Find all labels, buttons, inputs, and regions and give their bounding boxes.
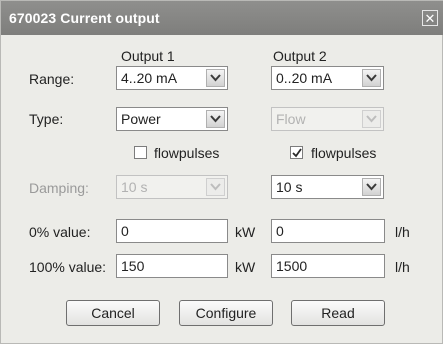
output1-header: Output 1: [121, 48, 175, 64]
output2-zero-value: 0: [276, 223, 284, 239]
dialog-window: 670023 Current output ✕ Output 1 Output …: [0, 0, 443, 344]
chevron-down-icon: [206, 110, 225, 128]
output1-range-value: 4..20 mA: [121, 70, 178, 86]
range-label: Range:: [29, 71, 75, 87]
output1-type-value: Power: [121, 111, 161, 127]
output1-damping-select: 10 s: [116, 175, 228, 199]
full-value-label: 100% value:: [29, 259, 107, 275]
output2-damping-value: 10 s: [276, 179, 303, 195]
chevron-down-icon: [362, 178, 381, 196]
type-label: Type:: [29, 111, 64, 127]
zero-value-label: 0% value:: [29, 224, 91, 240]
output2-full-value-field[interactable]: 1500: [271, 254, 385, 278]
output2-full-unit: l/h: [395, 259, 410, 275]
read-button[interactable]: Read: [291, 300, 385, 326]
close-button[interactable]: ✕: [422, 10, 438, 26]
cancel-button[interactable]: Cancel: [66, 300, 160, 326]
output2-header: Output 2: [273, 48, 327, 64]
output1-flowpulses-label: flowpulses: [154, 145, 220, 161]
output1-full-unit: kW: [235, 259, 256, 275]
output2-flowpulses-checkbox[interactable]: [290, 146, 303, 159]
output2-flowpulses-label: flowpulses: [311, 145, 377, 161]
damping-label: Damping:: [29, 180, 89, 196]
chevron-down-icon: [362, 110, 381, 128]
output1-type-select[interactable]: Power: [116, 107, 228, 131]
output2-zero-unit: l/h: [395, 224, 410, 240]
output1-zero-value: 0: [121, 223, 129, 239]
output1-full-value-field[interactable]: 150: [116, 254, 228, 278]
output2-type-select: Flow: [271, 107, 384, 131]
output2-zero-value-field[interactable]: 0: [271, 219, 385, 243]
title-bar[interactable]: 670023 Current output ✕: [1, 1, 443, 35]
output1-zero-value-field[interactable]: 0: [116, 219, 228, 243]
output2-damping-select[interactable]: 10 s: [271, 175, 384, 199]
chevron-down-icon: [362, 69, 381, 87]
configure-button[interactable]: Configure: [179, 300, 273, 326]
output1-range-select[interactable]: 4..20 mA: [116, 66, 228, 90]
output2-range-value: 0..20 mA: [276, 70, 333, 86]
close-icon: ✕: [424, 11, 436, 26]
output1-full-value: 150: [121, 258, 145, 274]
chevron-down-icon: [206, 69, 225, 87]
output2-range-select[interactable]: 0..20 mA: [271, 66, 384, 90]
output1-flowpulses-checkbox[interactable]: [134, 146, 147, 159]
checkmark-icon: [292, 148, 302, 158]
output2-full-value: 1500: [276, 258, 308, 274]
window-title: 670023 Current output: [9, 10, 160, 26]
output2-type-value: Flow: [276, 111, 306, 127]
output1-zero-unit: kW: [235, 224, 256, 240]
chevron-down-icon: [206, 178, 225, 196]
output1-damping-value: 10 s: [121, 179, 148, 195]
